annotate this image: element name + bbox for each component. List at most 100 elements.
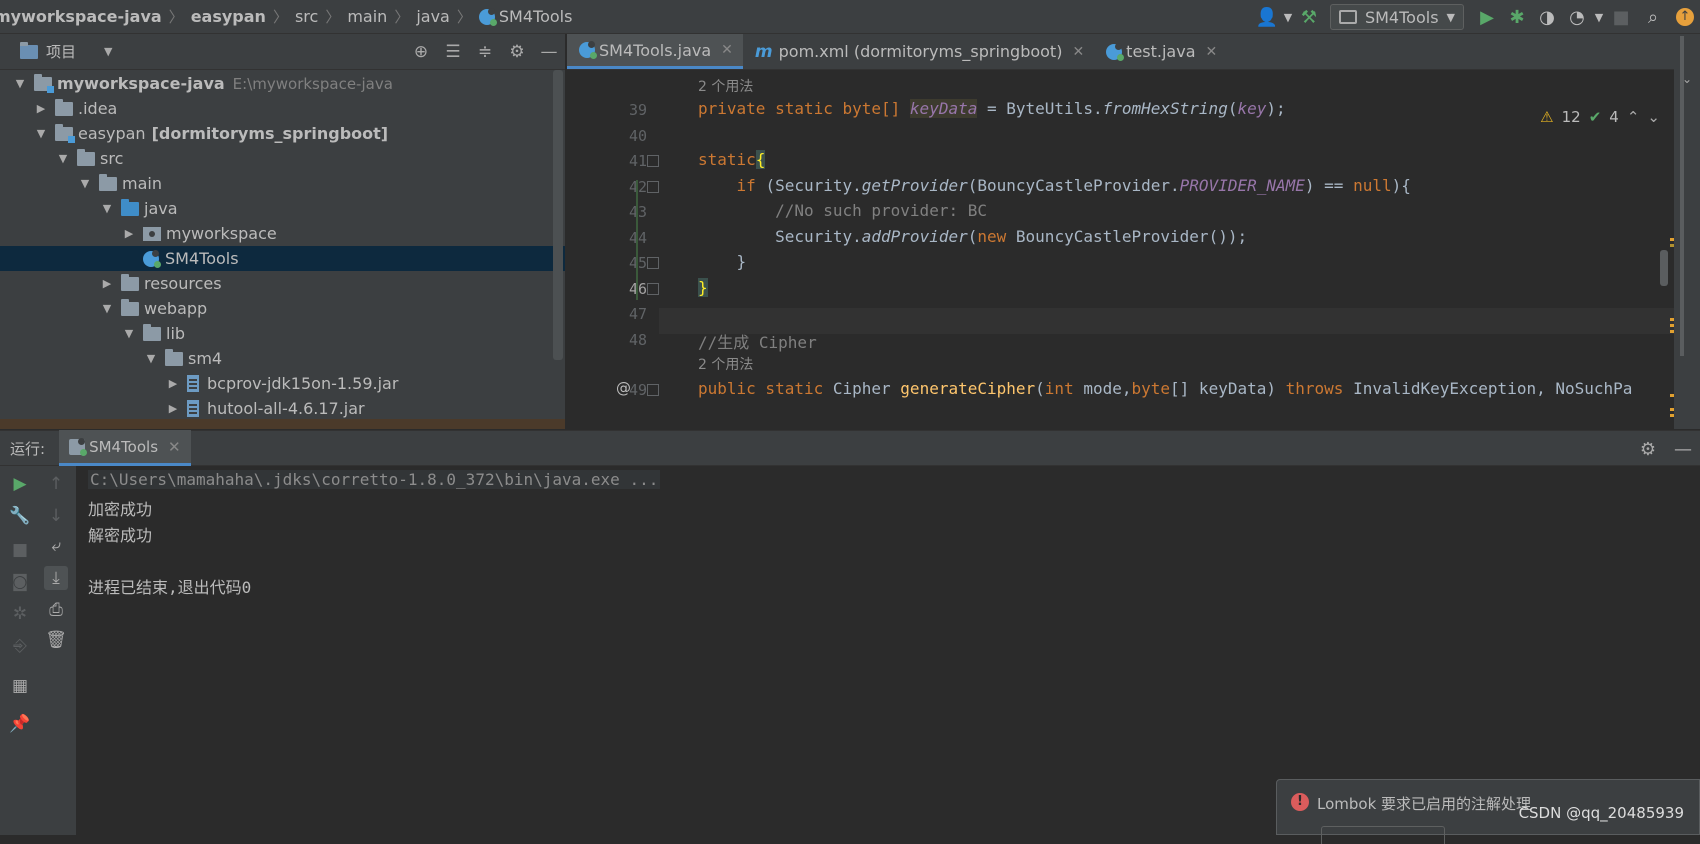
chevron-right-icon[interactable]: ▶ [165, 377, 181, 390]
close-icon[interactable]: ✕ [1206, 44, 1218, 60]
override-marker-icon[interactable]: @ [616, 379, 631, 397]
chevron-right-icon[interactable]: ▶ [165, 402, 181, 415]
breadcrumb-item-class[interactable]: SM4Tools [499, 7, 573, 26]
tab-sm4tools-java[interactable]: SM4Tools.java ✕ [567, 34, 743, 69]
chevron-right-icon[interactable]: ▶ [33, 102, 49, 115]
stop-icon[interactable]: ■ [8, 538, 32, 562]
tree-item-java[interactable]: ▼ java [0, 196, 565, 221]
tree-item-bcprov-jar[interactable]: ▶ bcprov-jdk15on-1.59.jar [0, 371, 565, 396]
arrow-up-icon[interactable]: ↑ [44, 472, 68, 496]
warning-count: 12 [1561, 108, 1581, 126]
collapse-all-icon[interactable]: ≑ [469, 42, 501, 62]
debug-icon[interactable]: ✱ [1502, 0, 1532, 34]
breadcrumb-item-src[interactable]: src [295, 7, 318, 26]
chevron-down-icon[interactable]: ⌄ [1682, 72, 1692, 86]
run-tab-sm4tools[interactable]: SM4Tools ✕ [59, 430, 191, 466]
hide-panel-icon[interactable]: — [1674, 439, 1692, 460]
close-icon[interactable]: ✕ [1072, 44, 1084, 60]
usage-hint[interactable]: 2 个用法 [698, 76, 753, 96]
tree-item-idea[interactable]: ▶ .idea [0, 96, 565, 121]
fold-marker-icon[interactable] [647, 283, 659, 295]
expand-all-icon[interactable]: ☰ [437, 42, 469, 62]
chevron-down-icon[interactable]: ▼ [121, 327, 137, 340]
rerun-icon[interactable]: ▶ [8, 472, 32, 496]
gear-icon[interactable]: ⚙ [501, 42, 533, 62]
code-area[interactable]: ⚠ 12 ✔ 4 ⌃ ⌄ 2 个用法 39 private static byt… [567, 70, 1700, 429]
fold-marker-icon[interactable] [647, 181, 659, 193]
chevron-right-icon[interactable]: ▶ [121, 227, 137, 240]
tree-item-webapp[interactable]: ▼ webapp [0, 296, 565, 321]
breadcrumb-item-main[interactable]: main [347, 7, 387, 26]
notification-action-button[interactable] [1321, 826, 1445, 844]
folder-icon [165, 348, 183, 366]
chevron-down-icon[interactable]: ▼ [33, 127, 49, 140]
close-icon[interactable]: ✕ [721, 42, 733, 58]
chevron-down-icon[interactable]: ⌄ [1647, 108, 1660, 126]
fold-marker-icon[interactable] [647, 384, 659, 396]
tree-item-hutool-jar[interactable]: ▶ hutool-all-4.6.17.jar [0, 396, 565, 421]
settings-icon[interactable]: ✲ [8, 602, 32, 626]
chevron-down-icon[interactable]: ▼ [104, 45, 112, 58]
tab-test-java[interactable]: test.java ✕ [1094, 34, 1227, 69]
breadcrumb-item-java[interactable]: java [416, 7, 450, 26]
tree-item-label: src [100, 149, 124, 168]
tree-item-main[interactable]: ▼ main [0, 171, 565, 196]
horizontal-scrollbar[interactable] [0, 419, 565, 429]
breadcrumb-item-project[interactable]: myworkspace-java [0, 7, 162, 26]
chevron-down-icon[interactable]: ▼ [55, 152, 71, 165]
tree-item-resources[interactable]: ▶ resources [0, 271, 565, 296]
chevron-down-icon[interactable]: ▼ [99, 202, 115, 215]
close-icon[interactable]: ✕ [168, 438, 181, 456]
fold-marker-icon[interactable] [647, 155, 659, 167]
arrow-down-icon[interactable]: ↓ [44, 504, 68, 528]
soft-wrap-icon[interactable]: ⤶ [44, 534, 68, 558]
hide-panel-icon[interactable]: — [533, 42, 565, 62]
pin-icon[interactable]: 📌 [8, 712, 32, 736]
wrench-icon[interactable]: 🔧 [8, 504, 32, 528]
coverage-icon[interactable]: ◑ [1532, 0, 1562, 34]
chevron-up-icon[interactable]: ⌃ [1627, 108, 1640, 126]
build-hammer-icon[interactable]: ⚒ [1294, 0, 1324, 34]
stop-icon[interactable]: ■ [1606, 0, 1636, 34]
fold-marker-icon[interactable] [647, 257, 659, 269]
print-icon[interactable]: ⎙ [44, 598, 68, 622]
user-icon[interactable]: 👤 [1252, 0, 1282, 34]
tree-item-sm4[interactable]: ▼ sm4 [0, 346, 565, 371]
tree-item-myworkspace[interactable]: ▶ myworkspace [0, 221, 565, 246]
chevron-down-icon[interactable]: ▼ [1282, 0, 1294, 34]
camera-icon[interactable]: ◙ [8, 570, 32, 594]
tree-item-root-project[interactable]: ▼ myworkspace-java E:\myworkspace-java [0, 71, 565, 96]
update-icon[interactable]: ↑ [1670, 0, 1700, 34]
code-token: Security. [698, 227, 862, 246]
gear-icon[interactable]: ⚙ [1640, 439, 1656, 460]
layout-icon[interactable]: ▦ [8, 674, 32, 698]
profiler-icon[interactable]: ◔ [1562, 0, 1592, 34]
code-token: keyData [909, 99, 978, 118]
inspection-widget[interactable]: ⚠ 12 ✔ 4 ⌃ ⌄ [1540, 108, 1660, 126]
chevron-down-icon[interactable]: ▼ [77, 177, 93, 190]
chevron-down-icon[interactable]: ▼ [12, 77, 28, 90]
chevron-down-icon[interactable]: ▼ [1592, 0, 1606, 34]
chevron-right-icon[interactable]: ▶ [99, 277, 115, 290]
breadcrumb-item-module[interactable]: easypan [191, 7, 266, 26]
editor-scrollbar[interactable] [1660, 250, 1668, 286]
vertical-scrollbar[interactable] [553, 70, 563, 360]
trash-icon[interactable]: 🗑 [44, 628, 68, 652]
run-icon[interactable]: ▶ [1472, 0, 1502, 34]
tree-item-sm4tools[interactable]: SM4Tools [0, 246, 565, 271]
vcs-change-marker[interactable] [636, 180, 638, 300]
tab-pom-xml[interactable]: m pom.xml (dormitoryms_springboot) ✕ [743, 34, 1094, 69]
chevron-down-icon[interactable]: ▼ [143, 352, 159, 365]
exit-icon[interactable]: ⎆ [8, 634, 32, 658]
java-class-icon [69, 437, 88, 456]
locate-file-icon[interactable]: ⊕ [405, 42, 437, 62]
tree-item-lib[interactable]: ▼ lib [0, 321, 565, 346]
usage-hint[interactable]: 2 个用法 [698, 354, 753, 374]
project-panel-title[interactable]: 项目 [46, 41, 76, 62]
tree-item-easypan[interactable]: ▼ easypan [dormitoryms_springboot] [0, 121, 565, 146]
search-icon[interactable]: ⌕ [1636, 0, 1670, 34]
scroll-to-end-icon[interactable]: ⤓ [44, 566, 68, 590]
chevron-down-icon[interactable]: ▼ [99, 302, 115, 315]
tree-item-src[interactable]: ▼ src [0, 146, 565, 171]
run-configuration-select[interactable]: SM4Tools ▼ [1329, 4, 1464, 30]
